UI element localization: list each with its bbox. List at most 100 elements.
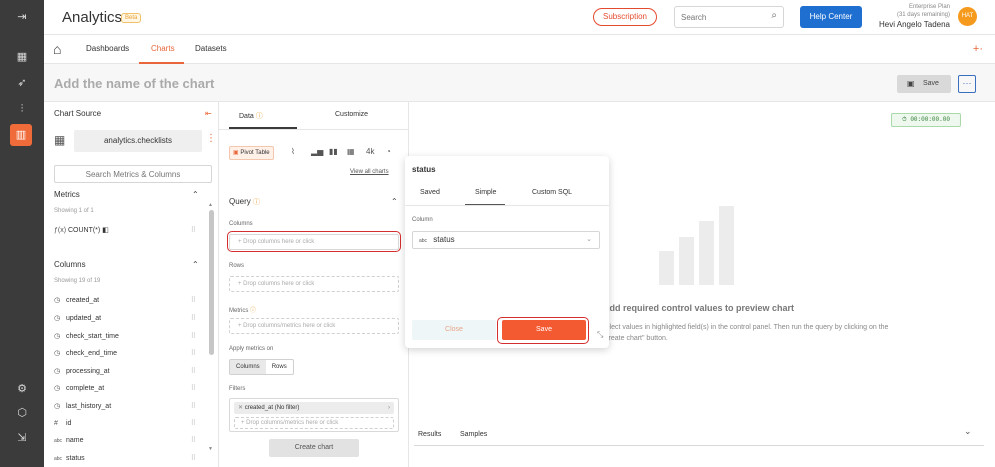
remove-filter-icon[interactable]: ✕	[238, 405, 245, 411]
big-number-icon[interactable]: 4k	[366, 147, 374, 156]
chevron-down-icon[interactable]: ⌄	[964, 426, 972, 437]
column-select[interactable]: abc status ⌄	[412, 231, 600, 249]
popover-title: status	[412, 165, 436, 174]
drag-handle-icon[interactable]: ⠿	[191, 434, 196, 447]
drag-handle-icon[interactable]: ⠿	[191, 224, 196, 237]
tab-custom-sql[interactable]: Custom SQL	[532, 189, 572, 196]
rows-dropzone-label: Drop columns here or click	[243, 281, 315, 287]
tab-samples[interactable]: Samples	[460, 431, 487, 438]
column-item[interactable]: # id ⠿	[54, 417, 200, 430]
drag-handle-icon[interactable]: ⠿	[191, 400, 196, 413]
drag-handle-icon[interactable]: ⠿	[191, 330, 196, 343]
drag-handle-icon[interactable]: ⠿	[191, 347, 196, 360]
expand-menu-icon[interactable]: ⇥	[12, 8, 32, 26]
global-search[interactable]: ⌕	[674, 6, 784, 28]
chevron-up-icon[interactable]: ⌃	[192, 260, 199, 269]
resize-icon[interactable]: ⤡	[597, 330, 603, 340]
apply-columns-option[interactable]: Columns	[230, 360, 266, 374]
tab-charts[interactable]: Charts	[151, 44, 175, 53]
tab-customize[interactable]: Customize	[335, 111, 368, 118]
nav-bar: ⌂ Dashboards Charts Datasets +·	[44, 35, 995, 64]
logout-icon[interactable]: ⇲	[12, 429, 32, 447]
apply-rows-option[interactable]: Rows	[266, 360, 293, 374]
plan-name: Enterprise Plan	[908, 4, 950, 10]
plan-info: Enterprise Plan (31 days remaining)	[870, 3, 950, 19]
filter-pill[interactable]: ✕ created_at (No filter) ›	[234, 402, 394, 414]
rocket-icon[interactable]: ➶	[12, 74, 32, 92]
add-icon[interactable]: +·	[973, 43, 983, 55]
metrics-columns-search[interactable]	[54, 165, 212, 183]
tab-saved[interactable]: Saved	[420, 189, 440, 196]
drag-handle-icon[interactable]: ⠿	[191, 417, 196, 430]
tab-data[interactable]: Data ⓘ	[239, 111, 263, 121]
column-select-value: status	[433, 235, 455, 244]
column-chart-icon[interactable]: ▮▮	[329, 147, 338, 156]
column-item[interactable]: ◷ processing_at ⠿	[54, 365, 200, 378]
dataset-menu-icon[interactable]: ⋮	[206, 133, 216, 144]
drag-handle-icon[interactable]: ⠿	[191, 312, 196, 325]
pivot-table-option[interactable]: ▣ Pivot Table	[229, 146, 274, 160]
tab-results[interactable]: Results	[418, 431, 441, 438]
chart-name-input[interactable]: Add the name of the chart	[54, 76, 214, 91]
collapse-panel-icon[interactable]: ⇤	[205, 109, 212, 118]
growth-chart-icon[interactable]: ⫶	[12, 100, 32, 118]
tab-dashboards[interactable]: Dashboards	[86, 44, 129, 53]
chevron-up-icon[interactable]: ⌃	[391, 197, 398, 206]
column-item[interactable]: ◷ check_start_time ⠿	[54, 330, 200, 343]
column-item[interactable]: ◷ last_history_at ⠿	[54, 400, 200, 413]
bar-chart-icon[interactable]: ▂▅	[311, 147, 323, 156]
view-all-charts-link[interactable]: View all charts	[350, 169, 389, 175]
chevron-right-icon[interactable]: ›	[388, 402, 390, 414]
save-chart-button[interactable]: ▣ Save	[897, 75, 951, 93]
clock-icon: ◷	[54, 368, 61, 375]
chevron-down-icon[interactable]: ⌄	[586, 232, 592, 248]
dataset-selector[interactable]: ▦ analytics.checklists ⋮	[54, 130, 216, 152]
scrollbar-thumb[interactable]	[209, 210, 214, 355]
package-icon[interactable]: ⬡	[12, 404, 32, 422]
column-item[interactable]: abc status ⠿	[54, 452, 200, 464]
metrics-dropzone[interactable]: + Drop columns/metrics here or click	[229, 318, 399, 334]
column-label: last_history_at	[66, 403, 112, 410]
dataset-name[interactable]: analytics.checklists	[74, 130, 202, 152]
chevron-up-icon[interactable]: ⌃	[192, 190, 199, 199]
column-item[interactable]: ◷ updated_at ⠿	[54, 312, 200, 325]
column-item[interactable]: ◷ created_at ⠿	[54, 294, 200, 307]
tab-simple[interactable]: Simple	[475, 189, 496, 196]
chart-title-bar: Add the name of the chart ▣ Save ···	[44, 64, 995, 102]
metric-item[interactable]: ƒ(x) COUNT(*) ◧ ⠿	[54, 224, 200, 237]
column-item[interactable]: ◷ check_end_time ⠿	[54, 347, 200, 360]
home-icon[interactable]: ⌂	[53, 41, 61, 57]
column-label: complete_at	[66, 385, 105, 392]
chart-source-panel: Chart Source ⇤ ▦ analytics.checklists ⋮ …	[44, 102, 219, 467]
close-button[interactable]: Close	[412, 320, 496, 340]
drag-handle-icon[interactable]: ⠿	[191, 365, 196, 378]
scroll-up-icon[interactable]: ▲	[208, 202, 213, 208]
pie-chart-icon[interactable]: ◔	[386, 147, 391, 156]
rows-label: Rows	[229, 263, 245, 269]
dashboard-icon[interactable]: ▦	[12, 48, 32, 66]
line-chart-icon[interactable]: ⌇	[291, 147, 295, 156]
column-item[interactable]: ◷ complete_at ⠿	[54, 382, 200, 395]
subscription-button[interactable]: Subscription	[593, 8, 657, 26]
drag-handle-icon[interactable]: ⠿	[191, 452, 196, 464]
gear-icon[interactable]: ⚙	[12, 380, 32, 398]
create-chart-button[interactable]: Create chart	[269, 439, 359, 457]
filters-dropzone[interactable]: + Drop columns/metrics here or click	[234, 417, 394, 429]
tab-datasets[interactable]: Datasets	[195, 44, 227, 53]
placeholder-bar	[719, 206, 734, 285]
metrics-columns-search-input[interactable]	[55, 166, 211, 182]
scroll-down-icon[interactable]: ▼	[208, 446, 213, 452]
metrics-count: Showing 1 of 1	[54, 208, 94, 214]
drag-handle-icon[interactable]: ⠿	[191, 294, 196, 307]
avatar[interactable]: HAT	[958, 7, 977, 26]
drag-handle-icon[interactable]: ⠿	[191, 382, 196, 395]
column-item[interactable]: abc name ⠿	[54, 434, 200, 447]
table-icon[interactable]: ▦	[347, 147, 355, 156]
more-options-button[interactable]: ···	[958, 75, 976, 93]
search-input[interactable]	[675, 7, 760, 27]
rows-dropzone[interactable]: + Drop columns here or click	[229, 276, 399, 292]
help-center-button[interactable]: Help Center	[800, 6, 862, 28]
analytics-icon[interactable]: ▥	[10, 124, 32, 146]
search-icon[interactable]: ⌕	[771, 10, 777, 21]
columns-scrollbar[interactable]: ▲ ▼	[208, 202, 214, 464]
